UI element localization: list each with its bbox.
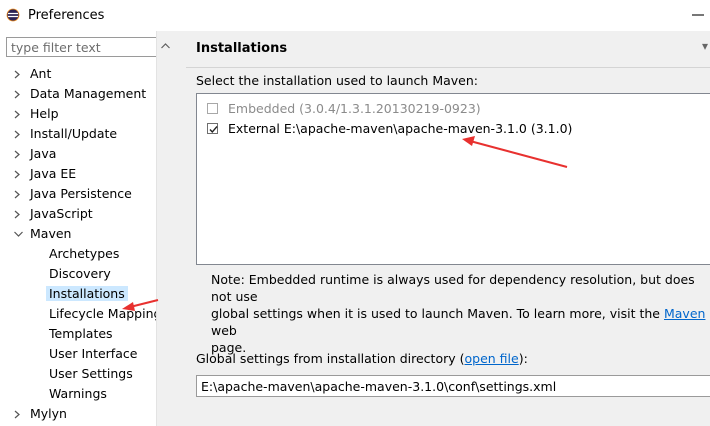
tree-item-label: Maven [30, 226, 72, 241]
filter-input[interactable] [6, 37, 170, 57]
tree-item-label: Java [30, 146, 57, 161]
tree-item-templates[interactable]: Templates [49, 324, 113, 344]
note-line: global settings when it is used to launc… [211, 305, 710, 339]
tree-item-label: Java Persistence [30, 186, 132, 201]
installations-page: Installations ▾ Select the installation … [186, 31, 710, 426]
note-text: global settings when it is used to launc… [211, 306, 664, 321]
tree-item-label: User Settings [49, 366, 133, 381]
embedded-checkbox[interactable] [207, 103, 218, 114]
tree-item-label-selected: Installations [46, 286, 128, 301]
installations-list: Embedded (3.0.4/1.3.1.20130219-0923) Ext… [196, 93, 710, 265]
tree-item-label: User Interface [49, 346, 138, 361]
preferences-navigation: Ant Data Management Help Install/Update … [0, 31, 173, 426]
tree-item-label: JavaScript [30, 206, 93, 221]
maven-link[interactable]: Maven [664, 306, 705, 321]
tree-scrollbar[interactable] [156, 31, 173, 426]
global-settings-label: Global settings from installation direct… [196, 351, 528, 366]
tree-item-label: Templates [49, 326, 113, 341]
installation-label: Embedded (3.0.4/1.3.1.20130219-0923) [228, 101, 481, 116]
chevron-right-icon[interactable] [14, 104, 22, 124]
tree-item-label: Help [30, 106, 59, 121]
scroll-up-icon[interactable] [161, 37, 170, 52]
page-header: Installations ▾ [186, 31, 710, 67]
chevron-right-icon[interactable] [14, 124, 22, 144]
tree-item-user-settings[interactable]: User Settings [49, 364, 133, 384]
note-line: Note: Embedded runtime is always used fo… [211, 272, 695, 304]
open-file-link[interactable]: open file [465, 351, 519, 366]
title-bar: Preferences [0, 0, 710, 31]
chevron-right-icon[interactable] [14, 144, 22, 164]
chevron-right-icon[interactable] [14, 84, 22, 104]
tree-item-label: Archetypes [49, 246, 120, 261]
minimize-button[interactable] [692, 14, 704, 16]
tree-item-label: Discovery [49, 266, 111, 281]
view-menu-icon[interactable]: ▾ [702, 39, 708, 53]
chevron-right-icon[interactable] [14, 204, 22, 224]
tree-item-label: Java EE [30, 166, 77, 181]
tree-item-warnings[interactable]: Warnings [49, 384, 107, 404]
chevron-right-icon[interactable] [14, 164, 22, 184]
checkmark-icon [209, 126, 218, 134]
global-settings-path-field[interactable] [196, 375, 710, 397]
window-title: Preferences [28, 8, 105, 23]
note-text: web [211, 323, 237, 338]
pane-divider[interactable] [172, 31, 186, 426]
page-title: Installations [196, 41, 288, 56]
chevron-right-icon[interactable] [14, 184, 22, 204]
tree-item-discovery[interactable]: Discovery [49, 264, 111, 284]
eclipse-icon [6, 8, 20, 22]
installation-label: External E:\apache-maven\apache-maven-3.… [228, 121, 573, 136]
chevron-right-icon[interactable] [14, 404, 22, 424]
embedded-runtime-note: Note: Embedded runtime is always used fo… [211, 271, 710, 356]
tree-item-label: Ant [30, 66, 52, 81]
tree-item-lifecycle-mapping[interactable]: Lifecycle Mapping [49, 304, 161, 324]
tree-item-label: Lifecycle Mapping [49, 306, 162, 321]
external-checkbox[interactable] [207, 123, 218, 134]
header-divider [186, 67, 710, 68]
chevron-right-icon[interactable] [14, 64, 22, 84]
installation-prompt: Select the installation used to launch M… [196, 73, 478, 88]
global-settings-text: Global settings from installation direct… [196, 351, 465, 366]
tree-item-label: Warnings [49, 386, 107, 401]
tree-item-user-interface[interactable]: User Interface [49, 344, 137, 364]
chevron-down-icon[interactable] [14, 224, 23, 244]
global-settings-text: ): [518, 351, 528, 366]
tree-item-label: Data Management [30, 86, 147, 101]
tree-item-label: Install/Update [30, 126, 118, 141]
tree-item-label: Mylyn [30, 406, 67, 421]
tree-item-archetypes[interactable]: Archetypes [49, 244, 119, 264]
tree-item-installations[interactable]: Installations [46, 284, 128, 304]
